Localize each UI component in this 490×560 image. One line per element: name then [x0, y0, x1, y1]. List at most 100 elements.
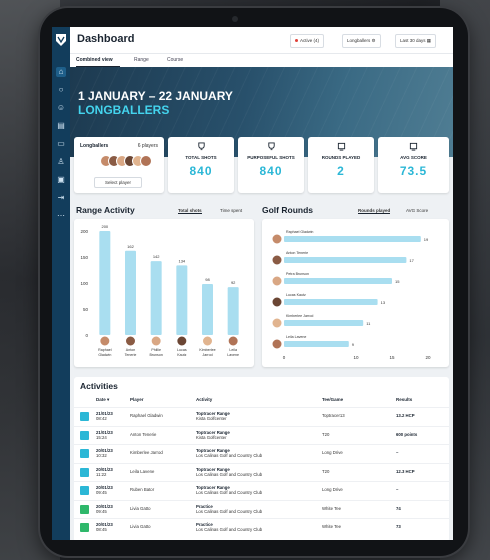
bar [125, 250, 136, 335]
toggle-total-shots[interactable]: Total shots [178, 208, 202, 214]
row-date: 20/01/23 10:32 [96, 448, 113, 458]
row-tee: T20 [322, 468, 330, 474]
logout-icon[interactable]: ⇥ [56, 193, 66, 203]
calendar-icon[interactable]: ▤ [56, 121, 66, 131]
row-player: Livia Gatto [130, 505, 151, 511]
activity-type-icon [80, 430, 89, 440]
row-result: 74 [396, 505, 401, 511]
x-tick-label: Raphael [98, 348, 112, 352]
golfer-icon[interactable]: ♙ [56, 157, 66, 167]
active-label: Active (4) [300, 38, 320, 43]
x-tick-label: 10 [353, 355, 359, 360]
y-tick-label: 150 [80, 255, 88, 260]
sidebar: ⌂ ○ ☺ ▤ ▭ ♙ ▣ ⇥ ⋯ [52, 27, 70, 540]
x-tick-label: 15 [389, 355, 395, 360]
col-activity: Activity [196, 397, 213, 402]
home-icon[interactable]: ⌂ [56, 67, 66, 77]
toggle-time-spent[interactable]: Time spent [220, 208, 242, 213]
bar [284, 320, 364, 326]
stat-card-avg-score: AVG SCORE 73.5 [378, 137, 449, 193]
row-result: – [396, 487, 399, 492]
stat-value: 2 [337, 164, 345, 178]
avatar [176, 335, 188, 347]
avatar [140, 155, 152, 167]
search-icon[interactable]: ○ [56, 85, 66, 95]
bar [284, 299, 378, 305]
row-activity: Practice Los Calinas Golf and Country Clu… [196, 504, 262, 514]
status-dot-icon [295, 39, 298, 43]
group-player-count: 6 players [137, 143, 158, 149]
toggle-avg-score[interactable]: AVG Score [406, 208, 428, 213]
stat-card-rounds-played: ROUNDS PLAYED 2 [308, 137, 374, 193]
row-player: Livia Gatto [130, 524, 151, 529]
stat-value: 840 [189, 164, 213, 178]
row-player: Raphael Gladwin [130, 413, 163, 418]
row-activity: Toptracer Range Los Calinas Golf and Coun… [196, 448, 262, 458]
y-tick-label: 100 [80, 281, 88, 286]
group-card-title: Longballers [80, 143, 109, 149]
logo-icon [56, 34, 66, 46]
x-tick-label: Anton [126, 348, 135, 352]
data-label: 92 [231, 280, 236, 285]
tab-combined-view[interactable]: Combined view [76, 57, 113, 63]
table-row[interactable]: 20/01/23 09:45 Ruben Bator Toptracer Range L… [74, 481, 449, 500]
row-time-value: 11:22 [96, 471, 107, 477]
row-location: Los Calinas Golf and Country Club [196, 471, 263, 477]
row-tee: White Tee [322, 524, 342, 529]
row-activity: Toptracer Range Los Calinas Golf and Coun… [196, 467, 262, 477]
row-activity: Toptracer Range Kista Golfcenter [196, 430, 230, 440]
x-tick-label: Jarrod [202, 353, 212, 357]
group-select[interactable]: Longballers ⚙ [342, 34, 381, 48]
top-bar: Dashboard Active (4) Longballers ⚙ Last … [70, 27, 453, 53]
row-date: 20/01/23 08:45 [96, 522, 113, 532]
table-row[interactable]: 21/01/23 08:42 Raphael Gladwin Toptracer Ra… [74, 407, 449, 426]
trophy-icon [197, 142, 205, 151]
table-row[interactable]: 20/01/23 10:32 Kimberlee Jarrod Toptracer R… [74, 444, 449, 463]
card-icon[interactable]: ▭ [56, 139, 66, 149]
data-label: 19 [424, 237, 429, 242]
col-date[interactable]: Date ▾ [96, 397, 109, 403]
toggle-rounds-played[interactable]: Rounds played [358, 208, 391, 214]
date-range-label: Last 30 days [400, 38, 426, 43]
screen: ⌂ ○ ☺ ▤ ▭ ♙ ▣ ⇥ ⋯ Dashboard Active (4) L… [52, 27, 453, 540]
col-tee: Tee/Game [322, 397, 344, 402]
trophy-icon [267, 142, 275, 151]
select-player-button[interactable]: Select player [94, 177, 142, 188]
row-date: 21/01/23 15:24 [96, 430, 113, 440]
col-results: Results [396, 397, 413, 402]
row-tee: T20 [322, 431, 330, 437]
user-icon[interactable]: ☺ [56, 103, 66, 113]
avatar [271, 233, 283, 245]
data-label: 17 [409, 258, 414, 263]
avatar [150, 335, 162, 347]
y-tick-label: 200 [80, 229, 88, 234]
row-location: Los Calinas Golf and Country Club [196, 527, 263, 532]
hero-date-range: 1 JANUARY – 22 JANUARY [78, 89, 233, 103]
bar [284, 278, 392, 284]
x-tick-label: 20 [425, 355, 431, 360]
tab-range[interactable]: Range [134, 57, 149, 63]
col-player: Player [130, 397, 144, 402]
screen-icon[interactable]: ▣ [56, 175, 66, 185]
tab-course[interactable]: Course [167, 57, 183, 63]
active-filter-button[interactable]: Active (4) [290, 34, 325, 48]
table-row[interactable]: 20/01/23 09:45 Livia Gatto Practice Los Cali… [74, 499, 449, 519]
y-tick-label: Anton Tenerie [286, 251, 308, 255]
row-result: – [396, 450, 399, 455]
table-row[interactable]: 20/01/23 11:22 Leila Lavene Toptracer Range… [74, 462, 449, 482]
table-row[interactable]: 21/01/23 15:24 Anton Tenerie Toptracer Rang… [74, 425, 449, 445]
hero-group-name: LONGBALLERS [78, 103, 170, 117]
row-tee: Toptracer13 [322, 413, 345, 418]
row-time-value: 15:24 [96, 434, 107, 440]
data-label: 11 [366, 321, 371, 326]
data-label: 142 [153, 254, 160, 259]
y-tick-label: Raphael Gladwin [286, 230, 313, 234]
row-date: 20/01/23 09:45 [96, 485, 113, 495]
activities-card: Activities Date ▾ Player Activity Tee/Ga… [74, 377, 449, 540]
x-tick-label: Kautz [177, 353, 186, 357]
more-icon[interactable]: ⋯ [56, 211, 66, 221]
date-range-select[interactable]: Last 30 days ▦ [395, 34, 437, 48]
page-title: Dashboard [77, 33, 135, 45]
table-row[interactable]: 20/01/23 08:45 Livia Gatto Practice Los Cali… [74, 518, 449, 537]
range-activity-chart: 200 150 100 50 0 200 RaphaelGladwin 162 AntonTen… [80, 224, 239, 357]
